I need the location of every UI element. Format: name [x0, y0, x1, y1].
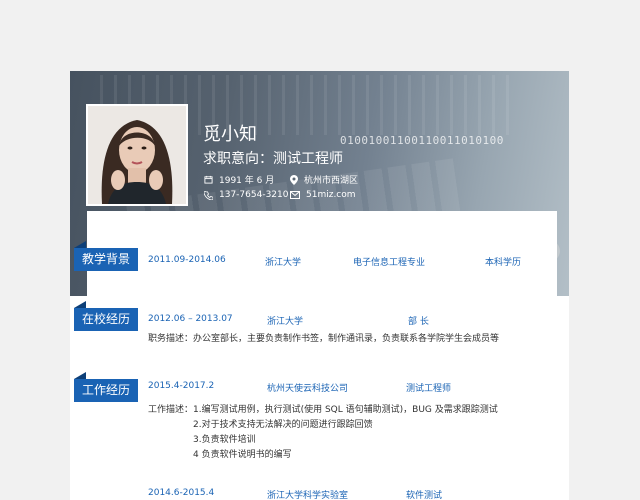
- phone-text: 137-7654-3210: [219, 190, 289, 200]
- birth-info: 1991 年 6 月: [204, 173, 274, 186]
- birth-text: 1991 年 6 月: [219, 176, 275, 186]
- education-school: 浙江大学: [265, 258, 302, 268]
- profile-photo: [86, 104, 188, 206]
- email-icon: [290, 191, 300, 199]
- work1-desc-label: 工作描述：: [148, 405, 194, 415]
- work1-desc-line: 4 负责软件说明书的编写: [193, 450, 292, 460]
- work2-position: 软件测试: [406, 491, 443, 500]
- work1-desc-line: 2.对于技术支持无法解决的问题进行跟踪回馈: [193, 420, 373, 430]
- work1-position: 测试工程师: [406, 384, 452, 394]
- banner-binary-text: 01001001100110011010100: [340, 134, 504, 147]
- campus-description: 职务描述：办公室部长，主要负责制作书签，制作通讯录，负责联系各学院学生会成员等: [148, 334, 500, 344]
- section-tab-notch: [74, 301, 86, 308]
- campus-org: 浙江大学: [267, 317, 304, 327]
- section-tab-notch: [74, 241, 86, 248]
- section-work-title: 工作经历: [74, 379, 138, 402]
- phone-info: 137-7654-3210: [204, 190, 288, 200]
- candidate-name: 觅小知: [203, 124, 257, 145]
- education-period: 2011.09-2014.06: [148, 255, 226, 265]
- email-text: 51miz.com: [306, 190, 356, 200]
- section-education-title: 教学背景: [74, 248, 138, 271]
- job-objective: 求职意向：测试工程师: [203, 151, 343, 167]
- work1-desc-line: 1.编写测试用例，执行测试(使用 SQL 语句辅助测试)，BUG 及需求跟踪测试: [193, 405, 498, 415]
- section-tab-notch: [74, 372, 86, 379]
- campus-period: 2012.06 – 2013.07: [148, 314, 233, 324]
- email-info: 51miz.com: [290, 190, 356, 200]
- phone-icon: [204, 190, 213, 200]
- location-pin-icon: [290, 174, 298, 185]
- campus-role: 部 长: [408, 317, 429, 327]
- work1-period: 2015.4-2017.2: [148, 381, 215, 391]
- location-info: 杭州市西湖区: [290, 173, 358, 186]
- work2-company: 浙江大学科学实验室: [267, 491, 349, 500]
- location-text: 杭州市西湖区: [304, 176, 359, 186]
- work2-period: 2014.6-2015.4: [148, 488, 215, 498]
- resume-sheet: 01001001100110011010100 觅小知 求职意向：测试工程师 1…: [70, 71, 569, 500]
- work1-desc-line: 3.负责软件培训: [193, 435, 256, 445]
- calendar-icon: [204, 175, 213, 184]
- education-major: 电子信息工程专业: [353, 258, 426, 268]
- work1-company: 杭州天使云科技公司: [267, 384, 349, 394]
- education-degree: 本科学历: [485, 258, 522, 268]
- section-campus-title: 在校经历: [74, 308, 138, 331]
